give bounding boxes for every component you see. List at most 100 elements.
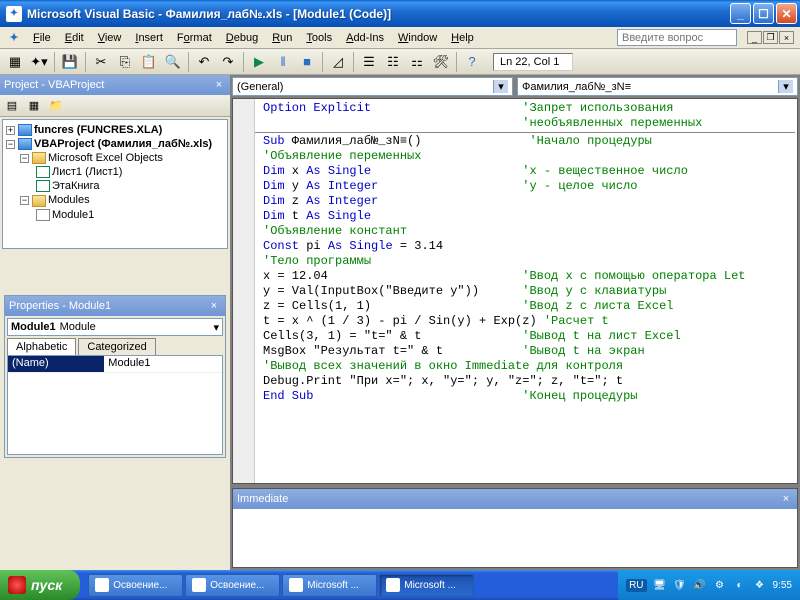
menu-addins[interactable]: Add-Ins [339, 30, 391, 46]
project-pane-close-icon[interactable]: × [212, 78, 226, 92]
tray-icon[interactable]: ◐ [733, 578, 747, 592]
project-tree[interactable]: +funcres (FUNCRES.XLA) −VBAProject (Фами… [2, 119, 228, 249]
window-title: Microsoft Visual Basic - Фамилия_лаб№.xl… [27, 7, 730, 21]
properties-title: Properties - Module1 [9, 300, 111, 312]
property-name-label: (Name) [8, 356, 104, 372]
tree-node-thisbook[interactable]: ЭтаКнига [6, 179, 224, 193]
app-icon: ✦ [6, 6, 22, 22]
menu-view[interactable]: View [91, 30, 129, 46]
view-object-button[interactable]: ▦ [24, 97, 44, 115]
code-editor[interactable]: Option Explicit 'Запрет использования 'н… [232, 98, 798, 484]
cut-button[interactable]: ✂ [90, 51, 112, 73]
tree-node-sheet1[interactable]: Лист1 (Лист1) [6, 165, 224, 179]
insert-dropdown-button[interactable]: ✦▾ [28, 51, 50, 73]
minimize-button[interactable]: _ [730, 3, 751, 24]
system-tray[interactable]: RU 🖥 🛡 🔊 ⚙ ◐ ❖ 9:55 [618, 570, 800, 600]
task-icon [289, 578, 303, 592]
tray-icon[interactable]: 🛡 [673, 578, 687, 592]
view-excel-button[interactable]: ▦ [4, 51, 26, 73]
property-row-name: (Name) Module1 [8, 356, 222, 373]
tab-categorized[interactable]: Categorized [78, 338, 155, 355]
find-button[interactable]: 🔍 [162, 51, 184, 73]
menu-insert[interactable]: Insert [128, 30, 170, 46]
paste-button[interactable]: 📋 [138, 51, 160, 73]
tray-icon[interactable]: 🔊 [693, 578, 707, 592]
menu-tools[interactable]: Tools [299, 30, 339, 46]
undo-button[interactable]: ↶ [193, 51, 215, 73]
tree-node-funcres[interactable]: +funcres (FUNCRES.XLA) [6, 123, 224, 137]
windows-taskbar: пуск Освоение...Освоение...Microsoft ...… [0, 570, 800, 600]
taskbar-task[interactable]: Microsoft ... [282, 574, 377, 597]
tray-icon[interactable]: ❖ [753, 578, 767, 592]
menu-debug[interactable]: Debug [219, 30, 265, 46]
taskbar-task[interactable]: Microsoft ... [379, 574, 474, 597]
properties-close-icon[interactable]: × [207, 299, 221, 313]
design-mode-button[interactable]: ◿ [327, 51, 349, 73]
taskbar-task[interactable]: Освоение... [185, 574, 280, 597]
tree-node-modules[interactable]: −Modules [6, 193, 224, 207]
tree-node-module1[interactable]: Module1 [6, 208, 224, 222]
task-icon [386, 578, 400, 592]
help-button[interactable]: ? [461, 51, 483, 73]
task-icon [192, 578, 206, 592]
properties-header[interactable]: Properties - Module1 × [5, 296, 225, 316]
project-pane-title: Project - VBAProject [4, 79, 104, 91]
maximize-button[interactable]: ☐ [753, 3, 774, 24]
properties-grid[interactable]: (Name) Module1 [7, 355, 223, 455]
object-dropdown[interactable]: (General)▾ [232, 77, 513, 96]
language-indicator[interactable]: RU [626, 579, 646, 592]
toolbox-button[interactable]: 🛠 [430, 51, 452, 73]
main-toolbar: ▦ ✦▾ 💾 ✂ ⎘ 📋 🔍 ↶ ↷ ▶ ‖ ■ ◿ ☰ ☷ ⚏ 🛠 ? Ln … [0, 49, 800, 75]
mdi-restore-button[interactable]: ❐ [763, 31, 778, 44]
properties-window-button[interactable]: ☷ [382, 51, 404, 73]
menu-file[interactable]: File [26, 30, 58, 46]
properties-window: Properties - Module1 × Module1Module ▾ A… [4, 295, 226, 458]
menu-bar: ✦ File Edit View Insert Format Debug Run… [0, 27, 800, 49]
mdi-minimize-button[interactable]: _ [747, 31, 762, 44]
menu-format[interactable]: Format [170, 30, 219, 46]
property-name-value[interactable]: Module1 [104, 356, 222, 372]
menu-edit[interactable]: Edit [58, 30, 91, 46]
window-titlebar: ✦ Microsoft Visual Basic - Фамилия_лаб№.… [0, 0, 800, 27]
tray-icon[interactable]: 🖥 [653, 578, 667, 592]
reset-button[interactable]: ■ [296, 51, 318, 73]
taskbar-task[interactable]: Освоение... [88, 574, 183, 597]
cursor-position: Ln 22, Col 1 [493, 53, 573, 71]
menu-help[interactable]: Help [444, 30, 481, 46]
dropdown-icon: ▾ [213, 321, 219, 334]
object-browser-button[interactable]: ⚏ [406, 51, 428, 73]
view-code-button[interactable]: ▤ [2, 97, 22, 115]
menu-window[interactable]: Window [391, 30, 444, 46]
toggle-folders-button[interactable]: 📁 [46, 97, 66, 115]
immediate-window[interactable]: Immediate × [232, 488, 798, 568]
help-search-input[interactable] [617, 29, 737, 46]
code-gutter [233, 99, 255, 483]
mdi-close-button[interactable]: × [779, 31, 794, 44]
start-button[interactable]: пуск [0, 570, 80, 600]
redo-button[interactable]: ↷ [217, 51, 239, 73]
procedure-dropdown[interactable]: Фамилия_лаб№_зN≡▾ [517, 77, 798, 96]
menu-run[interactable]: Run [265, 30, 299, 46]
tray-icon[interactable]: ⚙ [713, 578, 727, 592]
windows-logo-icon [8, 576, 26, 594]
tree-node-excel-objects[interactable]: −Microsoft Excel Objects [6, 151, 224, 165]
run-button[interactable]: ▶ [248, 51, 270, 73]
task-icon [95, 578, 109, 592]
project-explorer-button[interactable]: ☰ [358, 51, 380, 73]
properties-object-selector[interactable]: Module1Module ▾ [7, 318, 223, 336]
immediate-body[interactable] [233, 509, 797, 567]
tab-alphabetic[interactable]: Alphabetic [7, 338, 76, 355]
close-button[interactable]: ✕ [776, 3, 797, 24]
project-pane-header[interactable]: Project - VBAProject × [0, 75, 230, 95]
copy-button[interactable]: ⎘ [114, 51, 136, 73]
break-button[interactable]: ‖ [272, 51, 294, 73]
tree-node-vbaproject[interactable]: −VBAProject (Фамилия_лаб№.xls) [6, 137, 224, 151]
immediate-close-icon[interactable]: × [779, 492, 793, 506]
chevron-down-icon: ▾ [493, 80, 508, 93]
vb-icon: ✦ [6, 30, 22, 46]
project-toolbar: ▤ ▦ 📁 [0, 95, 230, 117]
clock[interactable]: 9:55 [773, 580, 792, 591]
chevron-down-icon: ▾ [778, 80, 793, 93]
immediate-header[interactable]: Immediate × [233, 489, 797, 509]
save-button[interactable]: 💾 [59, 51, 81, 73]
